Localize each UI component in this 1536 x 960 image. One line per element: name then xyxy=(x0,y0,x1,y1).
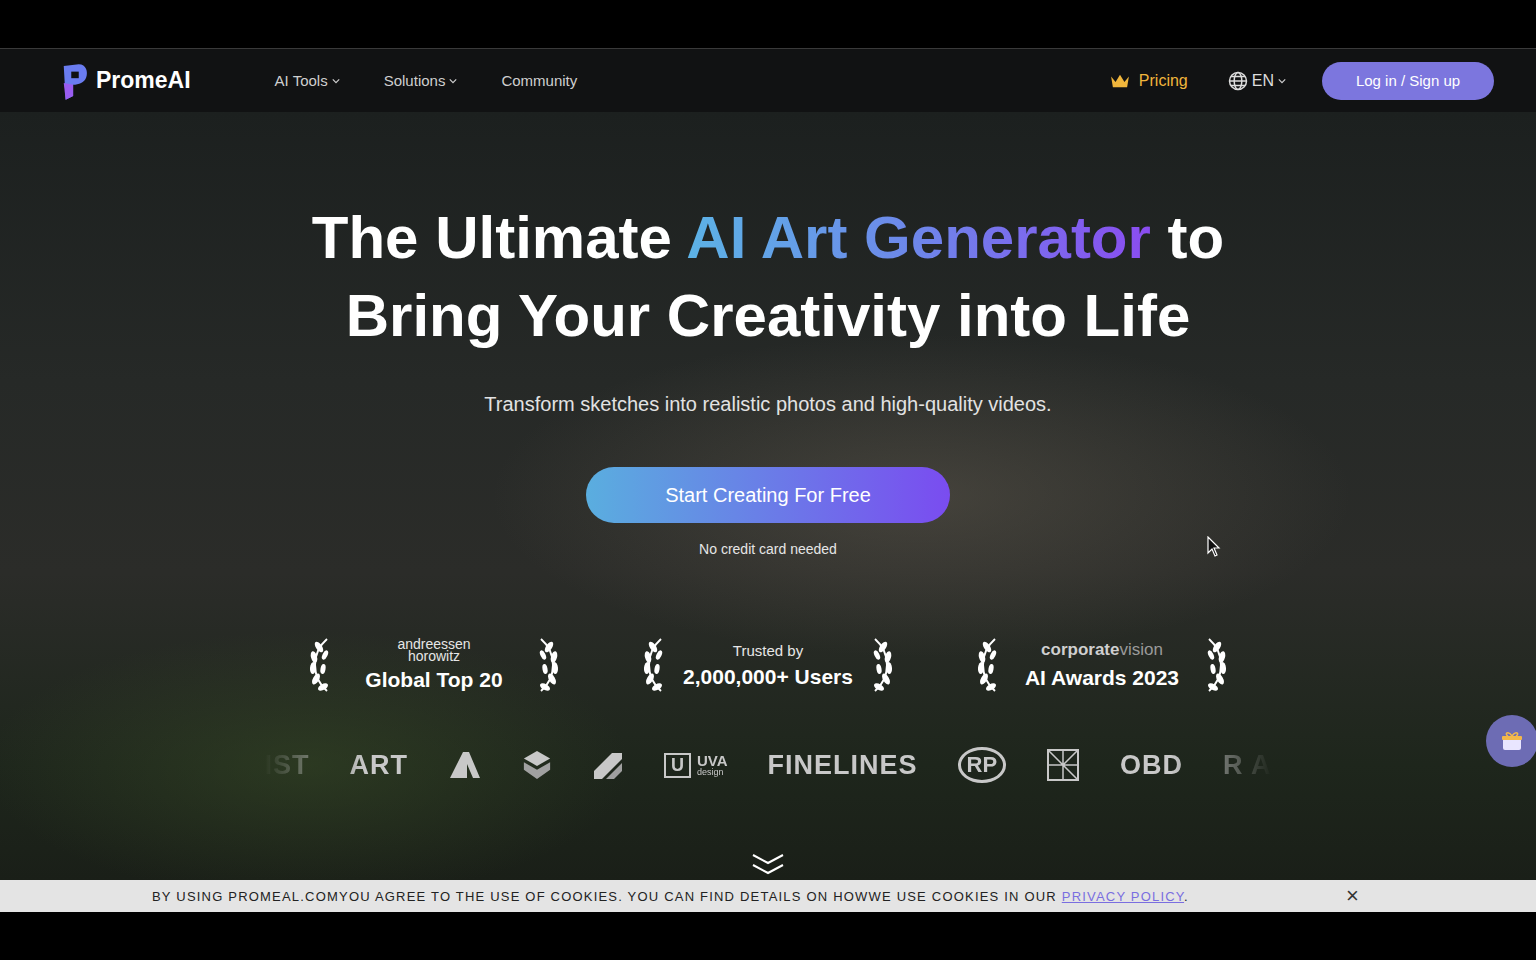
mouse-cursor-icon xyxy=(1207,536,1221,558)
cta-note: No credit card needed xyxy=(699,541,837,557)
partner-logo: U UVAdesign xyxy=(664,753,728,778)
award: corporatevision AI Awards 2023 xyxy=(973,635,1231,695)
top-nav: PromeAI AI Tools Solutions Community Pri… xyxy=(0,48,1536,112)
award-title: AI Awards 2023 xyxy=(1025,666,1179,690)
globe-icon xyxy=(1228,71,1248,91)
peak-logo-icon xyxy=(448,750,482,780)
nav-link[interactable]: AI Tools xyxy=(275,72,340,89)
chevron-down-icon xyxy=(449,78,457,84)
hero-title: The Ultimate AI Art Generator to Bring Y… xyxy=(312,199,1224,355)
hero: The Ultimate AI Art Generator to Bring Y… xyxy=(0,112,1536,880)
partner-logo: RP xyxy=(958,747,1007,783)
hero-subtitle: Transform sketches into realistic photos… xyxy=(484,391,1051,417)
laurel-icon xyxy=(1201,635,1231,695)
grid-logo-icon xyxy=(1046,748,1080,782)
logo-icon xyxy=(60,62,90,100)
award-title: 2,000,000+ Users xyxy=(683,665,853,689)
laurel-icon xyxy=(533,635,563,695)
chevron-down-icon xyxy=(1278,78,1286,84)
gift-icon xyxy=(1500,729,1524,753)
nav-links: AI Tools Solutions Community xyxy=(275,72,578,89)
close-button[interactable]: × xyxy=(1346,883,1359,909)
gift-button[interactable] xyxy=(1486,715,1536,767)
partner-logo: ART xyxy=(349,750,408,781)
award-org: corporatevision xyxy=(1041,640,1163,660)
slash-logo-icon xyxy=(592,749,624,781)
award-org: Trusted by xyxy=(733,642,803,659)
partner-logo: IST xyxy=(264,750,309,781)
letterbox-bottom xyxy=(0,912,1536,960)
screen: PromeAI AI Tools Solutions Community Pri… xyxy=(0,0,1536,960)
chevron-down-icon xyxy=(332,78,340,84)
cube-logo-icon xyxy=(522,749,552,781)
partner-logo: R A xyxy=(1223,750,1272,781)
laurel-icon xyxy=(639,635,669,695)
awards-row: andreessenhorowitz Global Top 20 Trusted… xyxy=(305,635,1231,695)
cookie-bar: BY USING PROMEAL.COMYOU AGREE TO THE USE… xyxy=(0,880,1536,912)
crown-icon xyxy=(1109,73,1131,89)
award: Trusted by 2,000,000+ Users xyxy=(639,635,897,695)
cookie-text: BY USING PROMEAL.COMYOU AGREE TO THE USE… xyxy=(152,889,1189,904)
award-org: andreessenhorowitz xyxy=(397,638,470,662)
laurel-icon xyxy=(973,635,1003,695)
scroll-down[interactable] xyxy=(751,852,785,880)
login-button[interactable]: Log in / Sign up xyxy=(1322,62,1494,100)
award: andreessenhorowitz Global Top 20 xyxy=(305,635,563,695)
start-creating-button[interactable]: Start Creating For Free xyxy=(586,467,950,523)
laurel-icon xyxy=(305,635,335,695)
partner-logos: IST ART U UVAdesign FINELINES RP OBD R A xyxy=(264,745,1271,785)
partner-logo: OBD xyxy=(1120,750,1183,781)
award-title: Global Top 20 xyxy=(365,668,502,692)
language-selector[interactable]: EN xyxy=(1228,71,1286,91)
brand-logo[interactable]: PromeAI xyxy=(60,62,191,100)
nav-link[interactable]: Solutions xyxy=(384,72,458,89)
laurel-icon xyxy=(867,635,897,695)
nav-link[interactable]: Community xyxy=(501,72,577,89)
letterbox-top xyxy=(0,0,1536,48)
privacy-policy-link[interactable]: PRIVACY POLICY xyxy=(1062,889,1184,904)
partner-logo: FINELINES xyxy=(768,750,918,781)
double-chevron-icon xyxy=(751,852,785,876)
pricing-link[interactable]: Pricing xyxy=(1109,72,1188,90)
